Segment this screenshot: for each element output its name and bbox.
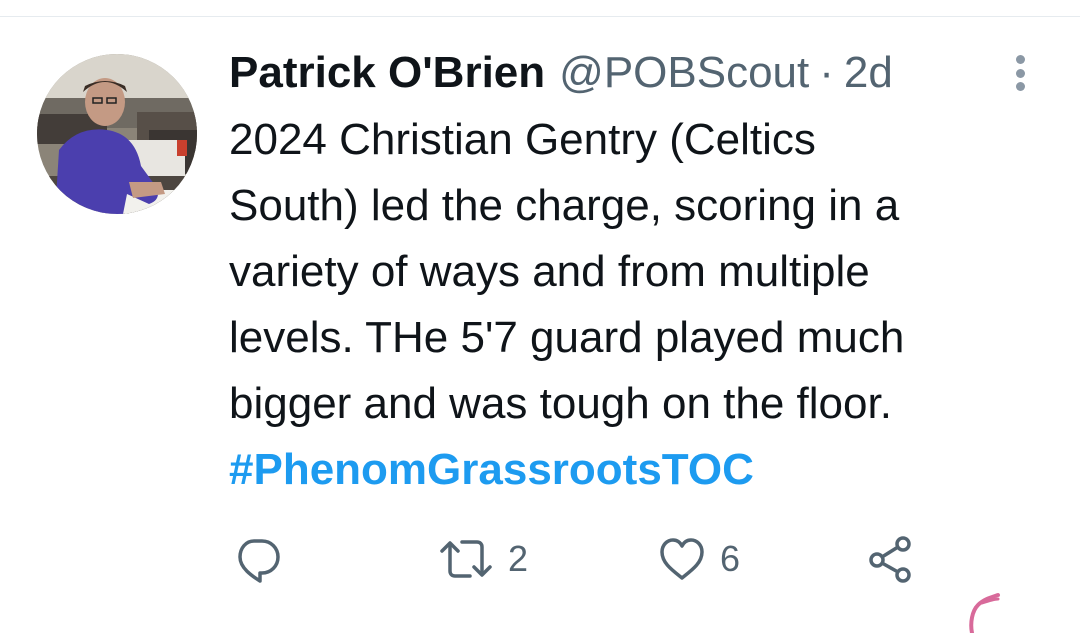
avatar-photo [37,54,197,214]
tweet-header: Patrick O'Brien @POBScout · 2d [229,43,893,103]
tweet-text-line: bigger and was tough on the floor. [229,379,892,428]
more-vertical-icon-dot-2 [1015,68,1025,78]
share-button[interactable] [867,535,915,583]
header-separator: · [819,48,834,97]
like-count: 6 [720,538,741,579]
handwritten-mark [969,593,1000,633]
tweet[interactable]: Patrick O'Brien @POBScout · 2d 2024 Chri… [0,17,1080,633]
more-vertical-icon-dot-3 [1015,82,1025,91]
retweet-button[interactable]: 2 [438,535,528,583]
reply-button[interactable] [234,535,282,583]
heart-icon [660,538,704,580]
reply-icon [238,539,280,583]
tweet-text-line: 2024 Christian Gentry (Celtics [229,115,816,164]
tweet-text-line: South) led the charge, scoring in a [229,181,900,230]
tweet-text-line: variety of ways and from multiple [229,247,870,296]
tweet-timestamp[interactable]: 2d [844,43,893,103]
share-icon [869,536,911,583]
retweet-icon [440,540,492,578]
more-options-button[interactable] [1004,51,1036,95]
tweet-text: 2024 Christian Gentry (Celtics South) le… [229,107,1019,503]
retweet-count: 2 [508,538,529,579]
author-display-name[interactable]: Patrick O'Brien [229,43,545,103]
avatar[interactable] [37,54,197,214]
more-vertical-icon [1015,55,1025,64]
like-button[interactable]: 6 [658,535,740,583]
tweet-actions: 2 6 [0,535,1080,585]
tweet-text-line: levels. THe 5'7 guard played much [229,313,905,362]
author-handle[interactable]: @POBScout [559,43,809,103]
hashtag-link[interactable]: #PhenomGrassrootsTOC [229,437,1019,503]
